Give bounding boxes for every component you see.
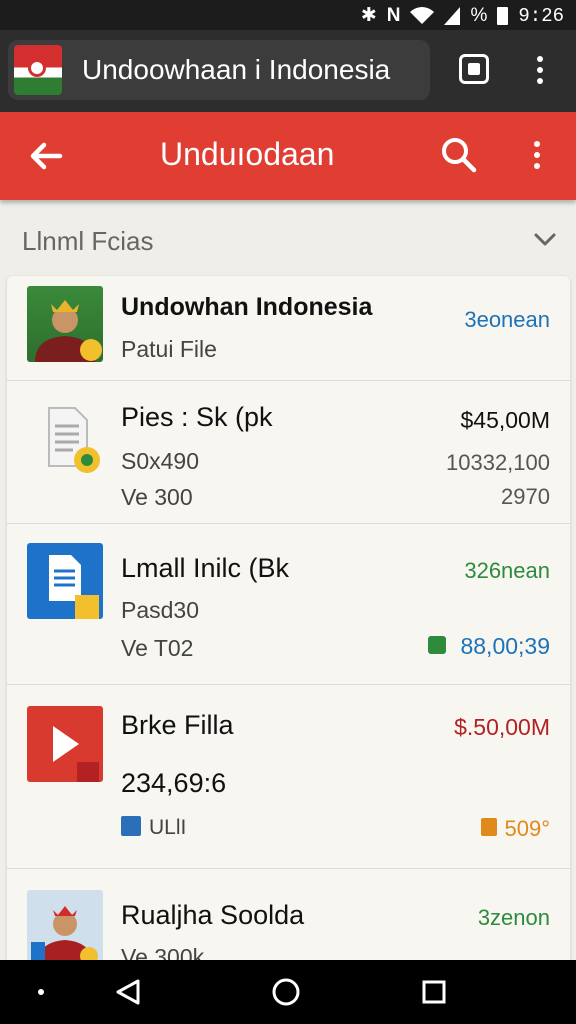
file-title: Lmall Inilc (Bk [121,553,290,583]
list-item[interactable]: Lmall Inilc (Bk Pasd30 Ve T02 326nean 88… [7,523,570,685]
nfc-icon: N [386,4,401,26]
play-icon [53,726,99,782]
video-thumbnail [27,706,103,782]
bluetooth-icon: ✱ [360,5,377,26]
file-list: Undowhan Indonesia Patui File 3eonean Pi… [7,276,570,976]
recents-nav-icon[interactable] [422,980,446,1004]
doc-app-thumbnail [27,543,103,619]
portrait-thumbnail [27,890,103,966]
file-line3: Ve T02 [121,635,194,661]
file-line2: 234,69:6 [121,768,227,798]
tag-icon [121,816,141,836]
app-bar: Unduıodaan [0,112,576,200]
clock: 9:26 [518,4,564,27]
file-value2: 2970 [501,484,550,509]
file-title: Brke Filla [121,710,234,740]
badge-icon [428,636,446,654]
status-bar: ✱ N % 9:26 [0,0,576,30]
file-title: Undowhan Indonesia [121,293,373,321]
chevron-down-icon[interactable] [530,230,560,250]
file-amount: 509° [504,816,550,841]
nav-dot-icon [38,989,44,995]
cell-signal-icon [444,6,461,25]
browser-menu-icon[interactable] [537,56,543,84]
wifi-icon [410,6,435,24]
file-price: $45,00M [460,407,550,433]
status-icons: ✱ N % 9:26 [361,4,564,27]
file-value1: 10332,100 [446,450,550,475]
browser-toolbar: Undoowhaan i Indonesia [0,30,576,112]
document-icon [48,407,100,473]
file-status: 3zenon [477,905,550,930]
list-item[interactable]: Brke Filla 234,69:6 ULlI $.50,00M 509° [7,684,570,869]
back-nav-icon[interactable] [114,978,142,1006]
file-line3: Ve 300 [121,484,193,510]
lock-icon [481,818,497,836]
file-amount: 88,00;39 [460,633,550,659]
section-title: Llnml Fcias [22,226,154,256]
person-icon [31,906,98,966]
file-title: Rualjha Soolda [121,900,305,930]
file-title: Pies : Sk (pk [121,402,273,432]
portrait-thumbnail [27,286,103,362]
indonesia-flag-icon [14,45,62,95]
file-subtitle: Patui File [121,336,217,362]
document-thumbnail [27,402,103,478]
file-price: $.50,00M [454,714,550,740]
list-item[interactable]: Pies : Sk (pk S0x490 Ve 300 $45,00M 1033… [7,380,570,524]
url-bar[interactable]: Undoowhaan i Indonesia [8,40,430,100]
page-title: Unduıodaan [160,136,335,172]
file-line2: S0x490 [121,448,200,474]
section-header[interactable]: Llnml Fcias [0,200,576,276]
home-nav-icon[interactable] [271,977,301,1007]
file-status: 326nean [464,558,550,583]
tab-switcher-button[interactable] [459,54,489,84]
url-title: Undoowhaan i Indonesia [82,54,391,85]
doc-app-icon [49,555,99,619]
signal-percent: % [470,4,488,26]
system-nav-bar [0,960,576,1024]
overflow-menu-icon[interactable] [534,141,540,169]
person-icon [35,300,102,362]
file-status: 3eonean [464,307,550,332]
file-line2: Pasd30 [121,597,200,623]
list-item[interactable]: Undowhan Indonesia Patui File 3eonean [7,276,570,381]
search-icon[interactable] [440,136,478,174]
back-arrow-icon[interactable] [26,136,66,176]
battery-icon [497,6,509,25]
file-tag: ULlI [149,816,187,839]
